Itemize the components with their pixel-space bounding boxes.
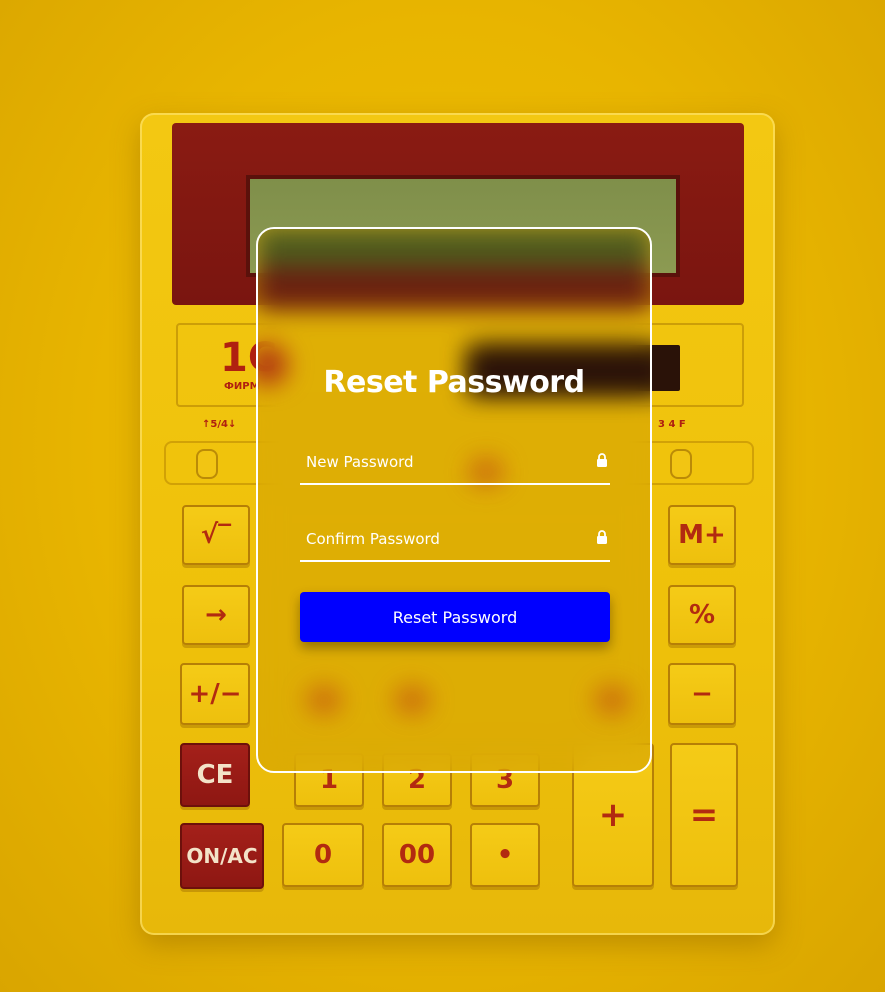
confirm-password-field-wrapper <box>300 520 610 562</box>
key-plus-minus: +/− <box>180 663 250 725</box>
reset-password-button[interactable]: Reset Password <box>300 592 610 642</box>
calculator-switch-knob <box>196 449 218 479</box>
lock-icon <box>597 530 607 544</box>
key-on-ac: ON/AC <box>180 823 264 889</box>
calculator-switch-knob <box>670 449 692 479</box>
new-password-field-wrapper <box>300 443 610 485</box>
key-ce: CE <box>180 743 250 807</box>
confirm-password-input[interactable] <box>300 520 586 558</box>
key-zero: 0 <box>282 823 364 887</box>
key-equals: = <box>670 743 738 887</box>
calculator-brand-subtext: ФИРМ <box>224 381 260 392</box>
decimal-switch-label-left: ↑5/4↓ <box>202 419 237 430</box>
key-arrow: → <box>182 585 250 645</box>
key-percent: % <box>668 585 736 645</box>
key-decimal-point: • <box>470 823 540 887</box>
decimal-switch-label-right: 3 4 F <box>658 419 686 430</box>
new-password-input[interactable] <box>300 443 586 481</box>
lock-icon <box>597 453 607 467</box>
key-minus: − <box>668 663 736 725</box>
key-double-zero: 00 <box>382 823 452 887</box>
key-sqrt: √‾ <box>182 505 250 565</box>
page-title: Reset Password <box>323 365 585 400</box>
key-m-plus: M+ <box>668 505 736 565</box>
reset-password-card: Reset Password Reset Password <box>256 227 652 773</box>
